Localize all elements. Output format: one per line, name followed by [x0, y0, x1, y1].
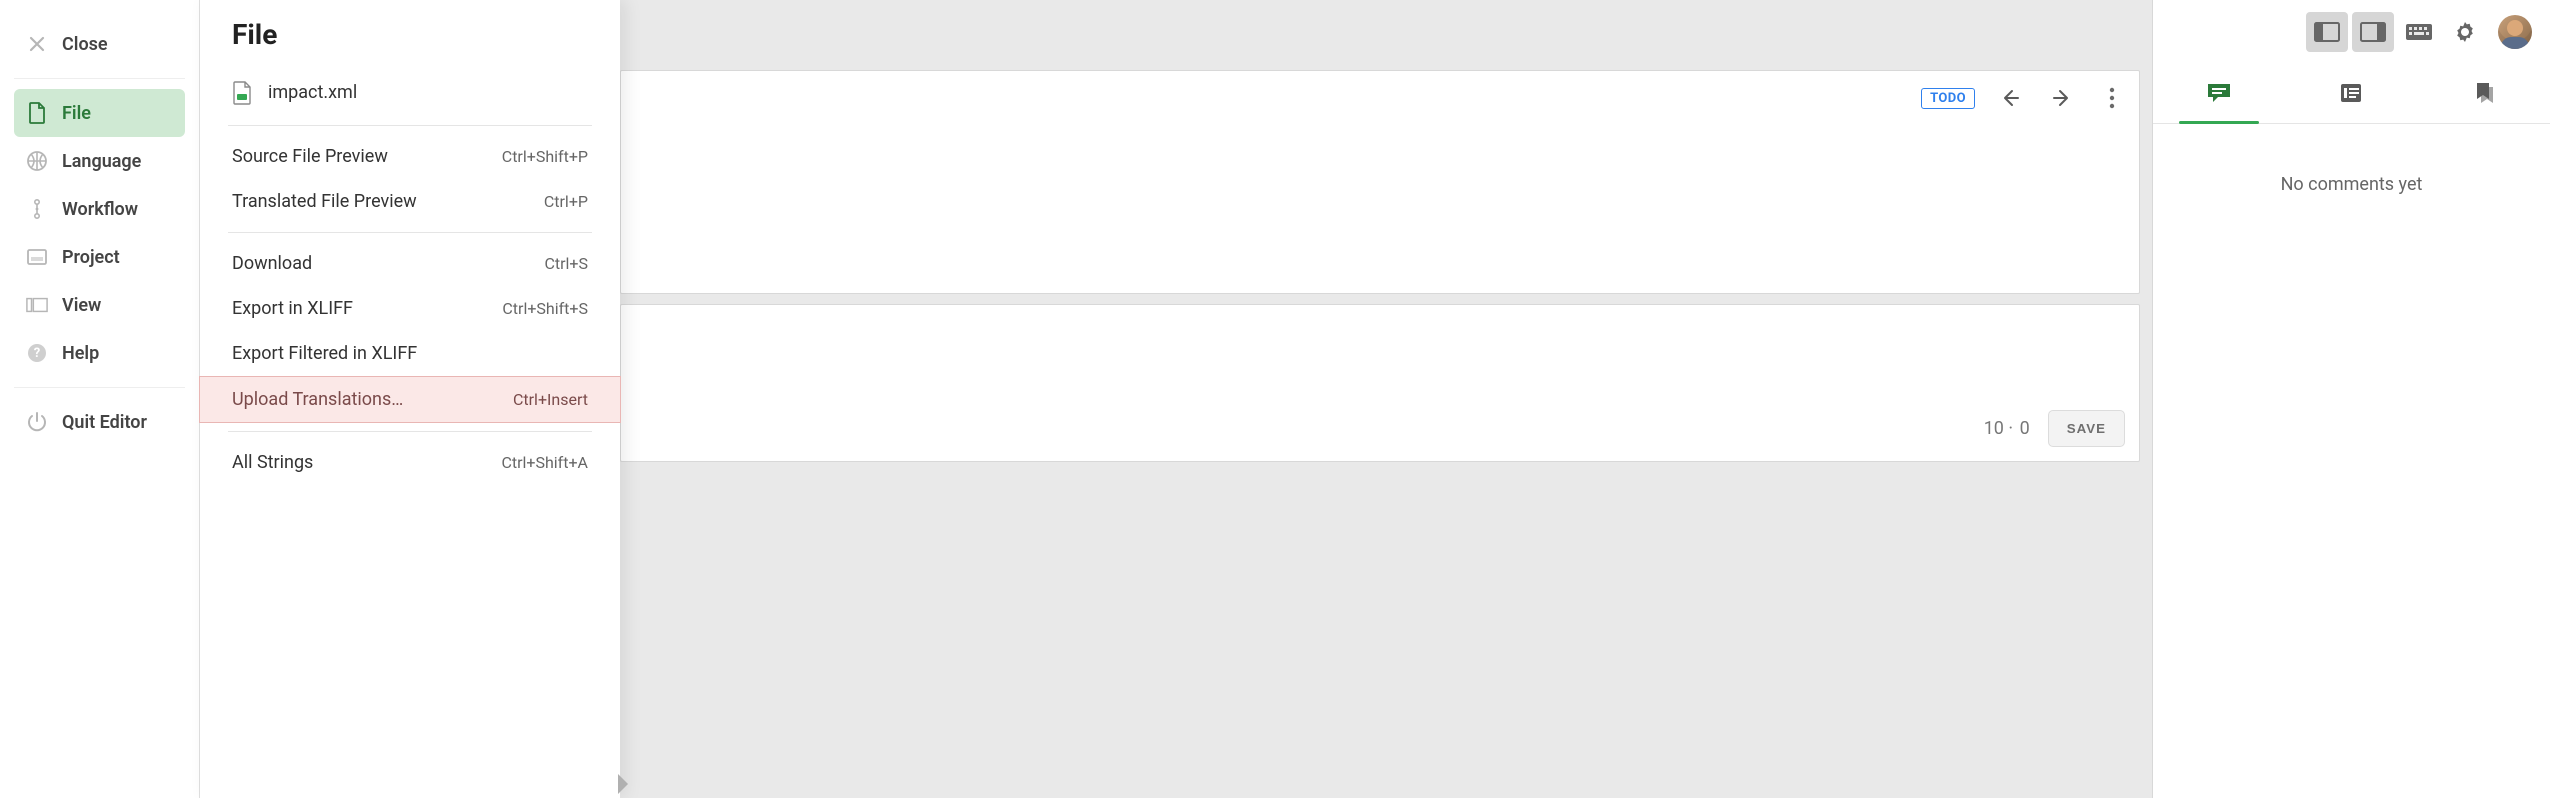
menu-item-label: All Strings — [232, 452, 313, 473]
keyboard-icon — [2405, 22, 2433, 42]
svg-text:?: ? — [34, 346, 40, 361]
status-chip: TODO — [1921, 88, 1975, 109]
sidebar-item-help[interactable]: ? Help — [14, 329, 185, 377]
next-string-button[interactable] — [2045, 81, 2079, 115]
bookmark-stack-icon — [2471, 81, 2497, 105]
menu-item-shortcut: Ctrl+Shift+P — [502, 147, 588, 166]
sidebar-item-project[interactable]: Project — [14, 233, 185, 281]
menu-item-label: Upload Translations… — [232, 389, 403, 410]
menu-item-translated-preview[interactable]: Translated File Preview Ctrl+P — [200, 179, 620, 224]
layout-left-icon — [2314, 22, 2340, 42]
avatar[interactable] — [2498, 15, 2532, 49]
arrow-left-icon — [1998, 86, 2022, 110]
tab-comments[interactable] — [2153, 62, 2285, 123]
menu-current-file[interactable]: impact.xml — [200, 67, 620, 117]
sidebar-item-label: Help — [62, 343, 99, 364]
sidebar-item-label: Language — [62, 151, 141, 172]
tab-references[interactable] — [2418, 62, 2550, 123]
main-area: TODO 10 · 0 — [620, 0, 2550, 798]
counter-left: 10 — [1984, 418, 2004, 439]
menu-item-source-preview[interactable]: Source File Preview Ctrl+Shift+P — [200, 134, 620, 179]
globe-icon — [26, 150, 48, 172]
menu-item-label: Download — [232, 253, 312, 274]
counter: 10 · 0 — [1984, 418, 2030, 439]
editor-column: TODO 10 · 0 — [620, 0, 2152, 798]
more-options-button[interactable] — [2097, 81, 2127, 115]
menu-item-shortcut: Ctrl+S — [544, 254, 588, 273]
sidebar: Close File Language Workflow Project — [0, 0, 200, 798]
menu-item-shortcut: Ctrl+P — [544, 192, 588, 211]
xml-file-icon — [232, 81, 254, 103]
right-panel-body: No comments yet — [2153, 124, 2550, 798]
file-menu-panel: File impact.xml Source File Preview Ctrl… — [200, 0, 620, 798]
layout-right-button[interactable] — [2352, 12, 2394, 52]
sidebar-item-view[interactable]: View — [14, 281, 185, 329]
gear-icon — [2453, 20, 2477, 44]
divider — [228, 125, 592, 126]
layout-left-button[interactable] — [2306, 12, 2348, 52]
menu-item-label: Source File Preview — [232, 146, 388, 167]
divider — [14, 78, 185, 79]
comments-empty-text: No comments yet — [2281, 174, 2423, 195]
close-icon — [26, 33, 48, 55]
sidebar-item-label: File — [62, 103, 91, 124]
menu-item-all-strings[interactable]: All Strings Ctrl+Shift+A — [200, 440, 620, 485]
menu-title: File — [200, 18, 620, 67]
menu-item-shortcut: Ctrl+Shift+A — [501, 453, 588, 472]
right-panel-tabs — [2153, 62, 2550, 124]
flyout-handle-icon[interactable] — [618, 774, 628, 794]
power-icon — [26, 411, 48, 433]
right-panel: No comments yet — [2152, 0, 2550, 798]
source-toolbar: TODO — [1921, 81, 2127, 115]
comment-icon — [2206, 81, 2232, 105]
more-vertical-icon — [2109, 87, 2115, 109]
divider — [14, 387, 185, 388]
menu-item-upload-translations[interactable]: Upload Translations… Ctrl+Insert — [199, 376, 621, 423]
menu-item-export-xliff[interactable]: Export in XLIFF Ctrl+Shift+S — [200, 286, 620, 331]
menu-item-shortcut: Ctrl+Shift+S — [502, 299, 588, 318]
save-row: 10 · 0 SAVE — [1984, 410, 2125, 447]
menu-item-label: Translated File Preview — [232, 191, 417, 212]
prev-string-button[interactable] — [1993, 81, 2027, 115]
divider — [228, 431, 592, 432]
sidebar-close-label: Close — [62, 34, 108, 55]
sidebar-item-label: Project — [62, 247, 120, 268]
arrow-right-icon — [2050, 86, 2074, 110]
layout-right-icon — [2360, 22, 2386, 42]
workflow-icon — [26, 198, 48, 220]
counter-right: 0 — [2020, 418, 2030, 439]
file-icon — [26, 102, 48, 124]
app-root: Close File Language Workflow Project — [0, 0, 2550, 798]
menu-filename: impact.xml — [268, 82, 357, 103]
sidebar-close[interactable]: Close — [14, 20, 185, 68]
divider — [228, 232, 592, 233]
sidebar-item-workflow[interactable]: Workflow — [14, 185, 185, 233]
counter-separator: · — [2008, 418, 2019, 439]
sidebar-item-label: Workflow — [62, 199, 138, 220]
sidebar-quit-label: Quit Editor — [62, 412, 147, 433]
menu-item-download[interactable]: Download Ctrl+S — [200, 241, 620, 286]
view-icon — [26, 294, 48, 316]
translation-card[interactable]: 10 · 0 SAVE — [620, 304, 2140, 462]
tab-context[interactable] — [2285, 62, 2417, 123]
sidebar-item-language[interactable]: Language — [14, 137, 185, 185]
book-icon — [2339, 82, 2363, 104]
source-card: TODO — [620, 70, 2140, 294]
menu-item-shortcut: Ctrl+Insert — [513, 390, 588, 409]
menu-item-label: Export in XLIFF — [232, 298, 353, 319]
keyboard-button[interactable] — [2398, 12, 2440, 52]
help-icon: ? — [26, 342, 48, 364]
settings-button[interactable] — [2444, 12, 2486, 52]
project-icon — [26, 246, 48, 268]
save-button[interactable]: SAVE — [2048, 410, 2125, 447]
sidebar-item-file[interactable]: File — [14, 89, 185, 137]
menu-item-label: Export Filtered in XLIFF — [232, 343, 417, 364]
menu-item-export-filtered-xliff[interactable]: Export Filtered in XLIFF — [200, 331, 620, 376]
sidebar-item-label: View — [62, 295, 101, 316]
sidebar-quit[interactable]: Quit Editor — [14, 398, 185, 446]
